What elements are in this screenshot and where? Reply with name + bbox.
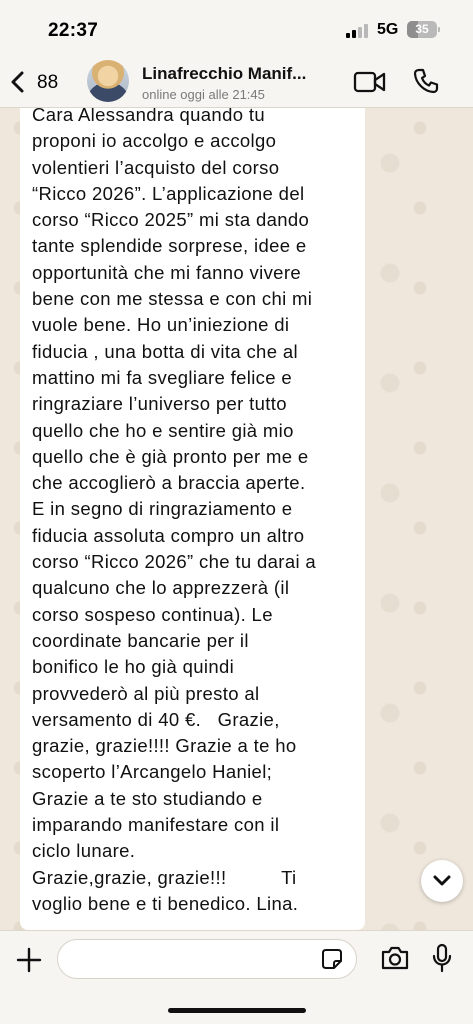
camera-icon (381, 946, 409, 970)
status-bar: 22:37 5G 35 (0, 0, 473, 56)
contact-status: online oggi alle 21:45 (142, 87, 265, 102)
microphone-icon (432, 943, 452, 973)
camera-button[interactable] (380, 945, 410, 971)
chevron-left-icon (11, 71, 24, 93)
contact-name[interactable]: Linafrecchio Manif... (142, 64, 348, 84)
battery-percent: 35 (415, 22, 429, 36)
scroll-down-button[interactable] (421, 860, 463, 902)
chat-header: 88 Linafrecchio Manif... online oggi all… (0, 56, 473, 108)
video-camera-icon (353, 71, 386, 93)
network-label: 5G (377, 21, 399, 38)
whatsapp-chat-screen: Cara Alessandra quando tu proponi io acc… (0, 0, 473, 1024)
mic-button[interactable] (432, 943, 452, 973)
avatar[interactable] (87, 60, 129, 102)
plus-icon (16, 947, 42, 973)
back-button[interactable]: 88 (8, 66, 70, 98)
sticker-icon (322, 949, 342, 969)
message-text: Cara Alessandra quando tu proponi io acc… (32, 104, 317, 914)
unread-count: 88 (37, 72, 59, 93)
home-indicator (168, 1008, 306, 1013)
battery-icon: 35 (407, 21, 440, 38)
phone-icon (413, 68, 439, 94)
status-time: 22:37 (48, 20, 99, 41)
video-call-button[interactable] (353, 69, 387, 95)
sticker-button[interactable] (321, 948, 343, 970)
message-input[interactable] (57, 939, 357, 979)
voice-call-button[interactable] (412, 67, 440, 95)
chevron-down-icon (433, 875, 451, 886)
signal-icon (346, 24, 370, 38)
attach-button[interactable] (16, 947, 42, 973)
